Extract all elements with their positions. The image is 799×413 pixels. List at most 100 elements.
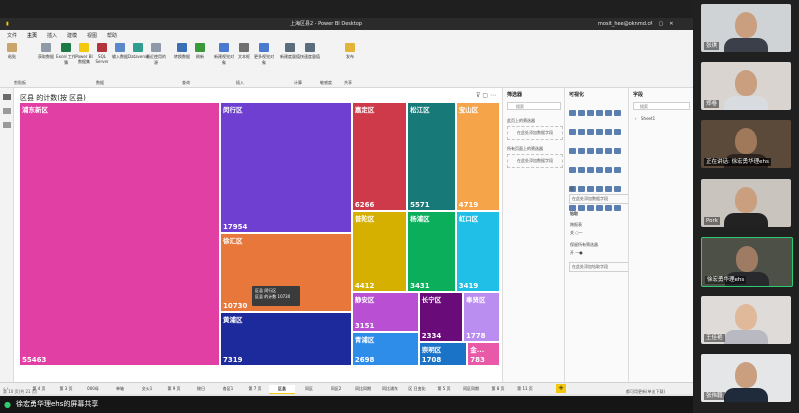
quick-measure-button[interactable]: 快速度量值 [300,43,320,60]
treemap-value-label: 3151 [354,322,375,331]
treemap-cell[interactable]: 长宁区 2334 [418,292,463,342]
drill-drop[interactable]: 在此处添加钻取字段 [569,262,629,272]
model-view-icon[interactable] [3,122,11,128]
treemap-category-label: 松江区 [410,106,430,114]
treemap-cell[interactable]: 宝山区 4719 [455,102,500,212]
treemap-cell[interactable]: 松江区 5571 [407,102,456,212]
treemap[interactable]: 浦东新区 55463 闵行区 17954 徐汇区 10730 黄浦区 7319 嘉定区 6266 松… [19,102,500,366]
page-tab[interactable]: 同区 [296,385,322,393]
page-tab[interactable]: 同比浦东 [377,385,403,393]
sql-server-button[interactable]: SQL Server [92,43,112,64]
fields-search-input[interactable]: 搜索 [633,102,690,110]
participant-tile[interactable]: 张伟毅 [701,354,791,402]
treemap-value-label: 6266 [354,201,375,210]
page-tab[interactable]: 区 日变化 [404,385,430,393]
treemap-category-label: 嘉定区 [354,106,375,114]
treemap-cell[interactable]: 闵行区 17954 [220,102,352,234]
page-tab[interactable]: 第 5 页 [431,385,457,393]
treemap-cell[interactable]: 青浦区 2698 [351,332,419,366]
pbi-dataset-button[interactable]: Power BI 数据集 [74,43,94,65]
treemap-cell[interactable]: 黄浦区 7319 [220,312,352,366]
visual-header-icons[interactable]: ⊽▢⋯ [476,92,498,99]
window-controls[interactable]: –▢✕ [650,18,679,30]
keep-filters-label: 保留所有筛选器 [570,242,598,247]
data-view-icon[interactable] [3,108,11,114]
get-data-button[interactable]: 获取数据 [36,43,56,60]
page-tab[interactable]: 同比同期 [350,385,376,393]
table-expander-icon[interactable]: › [635,116,637,121]
avatar [735,304,757,330]
tab-file[interactable]: 文件 [4,32,20,40]
report-view-icon[interactable] [3,94,11,100]
participant-tile[interactable]: 郑卷 [701,62,791,110]
filter-drop-page[interactable]: 在此处添加数据字段 [507,126,563,140]
treemap-cell[interactable]: 奉贤区 1778 [462,292,500,342]
page-tab[interactable]: 第 7 页 [242,385,268,393]
quick-measure-icon [305,43,315,52]
participant-tile[interactable]: 王佳艳 [701,296,791,344]
recent-sources-button[interactable]: 最近使用的源 [146,43,166,66]
new-visual-button[interactable]: 新建视觉对象 [214,43,234,66]
treemap-cell[interactable]: 杨浦区 3431 [407,211,456,293]
tab-insert[interactable]: 插入 [44,32,60,40]
table-sheet1[interactable]: Sheet1 [641,116,655,121]
participant-tile[interactable]: 正在讲话: 徐宏勇华理ehs [701,120,791,168]
treemap-cell[interactable]: 普陀区 4412 [351,211,408,293]
treemap-value-label: 4412 [354,282,375,291]
page-tab[interactable]: 各区1 [215,385,241,393]
page-tab[interactable]: 单轴 [107,385,133,393]
page-tab[interactable]: 第 9 页 [161,385,187,393]
user-account[interactable]: mosit_hee@oknmd.cf [598,18,652,30]
refresh-icon [195,43,205,52]
publish-icon [345,43,355,52]
filter-search-input[interactable]: 搜索 [507,102,561,110]
treemap-value-label: 17954 [223,223,248,232]
more-visuals-button[interactable]: 更多视觉对象 [254,43,274,66]
treemap-cell[interactable]: 崇明区 1708 [418,341,468,366]
treemap-category-label: 浦东新区 [22,106,48,114]
paste-button[interactable]: 粘贴 [2,43,22,60]
tab-modeling[interactable]: 建模 [64,32,80,40]
publish-button[interactable]: 发布 [340,43,360,60]
group-label-sensitivity: 敏感度 [320,80,332,85]
transform-data-button[interactable]: 转换数据 [172,43,192,60]
tab-view[interactable]: 视图 [84,32,100,40]
treemap-cell[interactable]: 嘉定区 6266 [351,102,408,212]
page-tab[interactable]: 第 3 页 [53,385,79,393]
tab-help[interactable]: 帮助 [104,32,120,40]
treemap-value-label: 5571 [410,201,430,210]
dataverse-button[interactable]: Dataverse [128,43,149,59]
group-label-clipboard: 剪贴板 [14,80,26,85]
cross-report-toggle[interactable]: 关 ○— [570,230,583,236]
treemap-cell[interactable]: 浦东新区 55463 [19,102,221,366]
participant-tile[interactable]: 徐宏勇华理ehs [701,237,793,287]
new-measure-button[interactable]: 新建度量值 [280,43,300,60]
excel-button[interactable]: Excel 工作簿 [56,43,76,66]
page-tab[interactable]: 第 11 页 [512,385,538,393]
page-tab[interactable]: 第 8 页 [485,385,511,393]
add-page-button[interactable]: + [556,384,566,393]
page-tab[interactable]: 交火1 [134,385,160,393]
participant-tile[interactable]: 张琪 [701,4,791,52]
refresh-button[interactable]: 刷新 [190,43,210,60]
page-tab[interactable]: 区县 [269,385,295,394]
text-box-button[interactable]: 文本框 [234,43,254,60]
enter-data-button[interactable]: 输入数据 [110,43,130,60]
status-update[interactable]: 都可用更新(单击下载) [626,389,665,395]
keep-filters-toggle[interactable]: 开 —● [570,250,583,256]
page-tab[interactable]: 同区同期 [458,385,484,393]
treemap-cell[interactable]: 金... 783 [467,341,500,366]
group-label-share: 共享 [344,80,352,85]
treemap-value-label: 1708 [421,355,442,364]
filters-all-section: 所有页面上的筛选器 [507,146,543,151]
page-tab[interactable]: 按日 [188,385,214,393]
treemap-cell[interactable]: 虹口区 3419 [455,211,500,293]
participant-tile[interactable]: Pork [701,179,791,227]
page-tab[interactable]: 000母 [80,385,106,393]
filter-drop-all[interactable]: 在此处添加数据字段 [507,154,563,168]
values-drop[interactable]: 在此处添加数据字段 [569,194,629,204]
treemap-value-label: 1778 [465,331,486,340]
page-tab[interactable]: 同区2 [323,385,349,393]
treemap-category-label: 奉贤区 [465,296,486,305]
treemap-cell[interactable]: 静安区 3151 [351,292,419,333]
